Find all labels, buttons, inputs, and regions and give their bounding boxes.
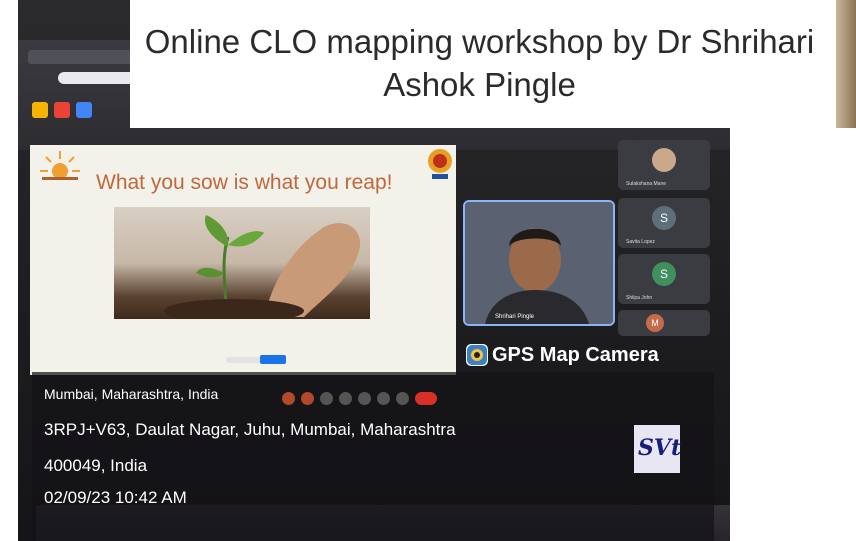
- avatar: S: [652, 206, 676, 230]
- captions-icon[interactable]: [320, 392, 333, 405]
- location-address: 3RPJ+V63, Daulat Nagar, Juhu, Mumbai, Ma…: [44, 420, 456, 439]
- svt-logo-icon: SVt: [634, 425, 682, 473]
- location-postal: 400049, India: [44, 456, 148, 475]
- participant-tile[interactable]: Sulakshana Mane: [618, 140, 710, 190]
- seedling-icon: [164, 215, 361, 319]
- end-call-icon[interactable]: [415, 392, 437, 405]
- gps-app-badge: GPS Map Camera: [466, 340, 659, 370]
- participant-tile[interactable]: S Savita Lopez: [618, 198, 710, 248]
- capture-datetime: 02/09/23 10:42 AM: [44, 488, 187, 507]
- participant-name: Savita Lopez: [626, 239, 655, 245]
- page-title: Online CLO mapping workshop by Dr Shriha…: [144, 23, 815, 103]
- mic-icon[interactable]: [282, 392, 295, 405]
- background-photo-edge: [836, 0, 856, 128]
- participant-name: Sulakshana Mane: [626, 181, 667, 187]
- avatar: [652, 148, 676, 172]
- extension-icon[interactable]: [32, 102, 48, 118]
- logo-text: SVt: [638, 435, 682, 461]
- slide-action-button[interactable]: [260, 355, 286, 364]
- gps-app-name: GPS Map Camera: [492, 343, 659, 366]
- presenter-video-tile[interactable]: Shrihari Pingle: [463, 200, 615, 326]
- emblem-logo-icon: [428, 149, 452, 179]
- present-icon[interactable]: [358, 392, 371, 405]
- participant-tile[interactable]: M: [618, 310, 710, 336]
- docs-icon[interactable]: [76, 102, 92, 118]
- hand-icon[interactable]: [377, 392, 390, 405]
- meet-controls: [282, 392, 437, 405]
- participant-tile[interactable]: S Shilpa John: [618, 254, 710, 304]
- plant-photo: [114, 207, 370, 319]
- sun-logo-icon: [40, 151, 80, 180]
- camera-icon[interactable]: [301, 392, 314, 405]
- emoji-icon[interactable]: [339, 392, 352, 405]
- location-city: Mumbai, Maharashtra, India: [44, 386, 219, 402]
- map-pin-icon: [466, 344, 488, 366]
- participant-name: Shilpa John: [626, 295, 653, 301]
- slide-title: What you sow is what you reap!: [96, 171, 393, 194]
- avatar: S: [652, 262, 676, 286]
- extension-icons: [32, 102, 92, 118]
- title-banner: Online CLO mapping workshop by Dr Shriha…: [130, 0, 829, 128]
- avatar: M: [646, 314, 664, 332]
- presenter-name: Shrihari Pingle: [495, 314, 535, 320]
- record-icon[interactable]: [54, 102, 70, 118]
- presentation-slide: What you sow is what you reap!: [30, 145, 456, 375]
- more-icon[interactable]: [396, 392, 409, 405]
- presenter-avatar: [465, 202, 613, 324]
